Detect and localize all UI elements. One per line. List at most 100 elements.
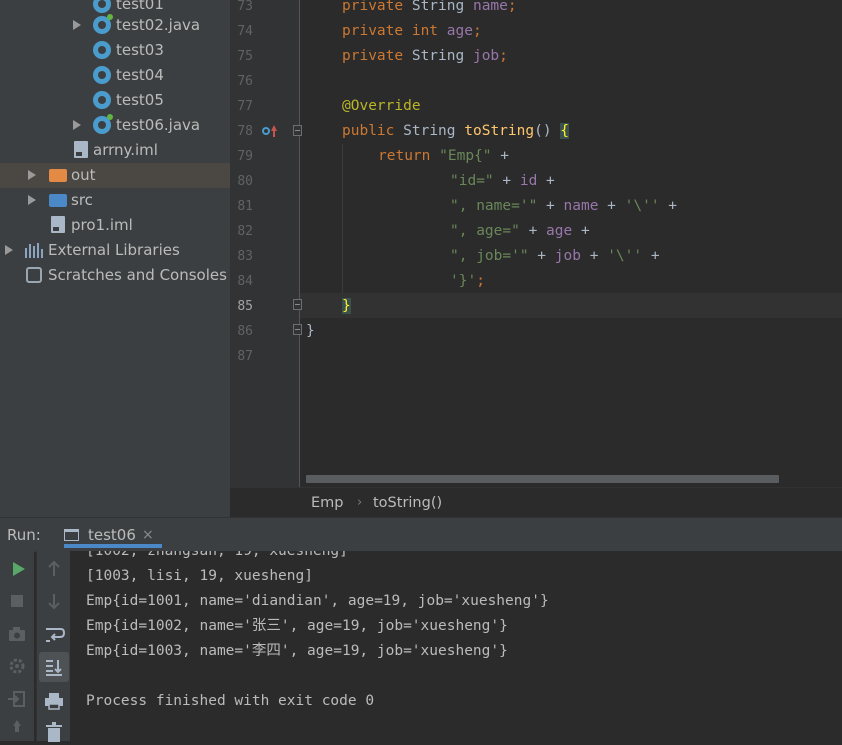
tree-item-pro1-iml[interactable]: pro1.iml (0, 213, 230, 238)
console-output[interactable]: [1002, zhangsan, 19, xuesheng] [1003, li… (70, 551, 842, 741)
arrow-down-icon[interactable] (41, 588, 67, 614)
line-number: 83 (237, 249, 253, 264)
run-panel-title: Run: (7, 526, 41, 544)
code-token: ", name='" (450, 198, 538, 214)
breadcrumb-item-method[interactable]: toString() (373, 488, 442, 518)
expand-arrow-icon[interactable] (3, 238, 15, 263)
gutter-separator (299, 0, 300, 487)
tree-item-test06[interactable]: test06.java (0, 113, 230, 138)
tree-item-test05[interactable]: test05 (0, 88, 230, 113)
code-token: + (493, 173, 520, 189)
code-token: + (537, 198, 564, 214)
code-token: job (554, 248, 581, 264)
code-line-74[interactable]: private int age; (342, 19, 482, 44)
code-line-86[interactable]: } (306, 319, 315, 344)
code-line-81[interactable]: ", name='" + name + '\'' + (450, 194, 677, 219)
code-token: public (342, 123, 395, 139)
override-method-icon[interactable] (262, 124, 277, 138)
code-token: @Override (342, 98, 421, 114)
code-token: + (537, 173, 555, 189)
tree-item-label: test05 (116, 91, 164, 109)
console-line: Emp{id=1003, name='李四', age=19, job='xue… (86, 643, 508, 659)
fold-marker-icon[interactable] (293, 125, 302, 136)
settings-icon[interactable] (4, 653, 30, 679)
console-line: Emp{id=1002, name='张三', age=19, job='xue… (86, 618, 508, 634)
code-token: int (411, 23, 439, 39)
line-number: 79 (237, 149, 253, 164)
expand-arrow-icon[interactable] (26, 188, 38, 213)
fold-marker-icon[interactable] (293, 299, 302, 310)
code-token: } (306, 323, 315, 339)
run-toolbar-right (36, 551, 71, 742)
code-token: age (546, 223, 573, 239)
libraries-icon (25, 243, 43, 258)
line-number: 82 (237, 224, 253, 239)
tree-item-label: Scratches and Consoles (48, 266, 227, 284)
code-token: } (342, 298, 351, 314)
tree-item-test03[interactable]: test03 (0, 38, 230, 63)
tree-item-out[interactable]: out (0, 163, 230, 188)
breadcrumb-separator: › (357, 495, 363, 510)
line-number: 75 (237, 49, 253, 64)
stop-icon[interactable] (4, 588, 30, 614)
console-line: Emp{id=1001, name='diandian', age=19, jo… (86, 593, 549, 609)
tree-item-test04[interactable]: test04 (0, 63, 230, 88)
tree-item-arrny-iml[interactable]: arrny.iml (0, 138, 230, 163)
java-class-icon (93, 0, 111, 13)
folder-icon (49, 194, 67, 207)
tree-item-scratches[interactable]: Scratches and Consoles (0, 263, 230, 288)
scratches-icon (26, 267, 42, 283)
code-token: + (519, 223, 547, 239)
login-icon[interactable] (4, 686, 30, 712)
project-tree: test01 test02.java test03 test04 test05 … (0, 0, 230, 517)
camera-icon[interactable] (4, 621, 30, 647)
expand-arrow-icon[interactable] (26, 163, 38, 188)
tree-item-external-libraries[interactable]: External Libraries (0, 238, 230, 263)
code-token: ", job='" (450, 248, 529, 264)
code-line-82[interactable]: ", age=" + age + (450, 219, 590, 244)
code-token: ; (499, 48, 508, 64)
line-number: 78 (237, 124, 253, 139)
code-line-79[interactable]: return "Emp{" + (378, 144, 509, 169)
java-class-icon (93, 66, 111, 84)
line-number: 76 (237, 74, 253, 89)
code-line-78[interactable]: public String toString() { (342, 119, 570, 144)
console-line: Process finished with exit code 0 (86, 693, 375, 709)
code-line-85[interactable]: } (342, 294, 351, 319)
line-number: 77 (237, 99, 253, 114)
code-line-77[interactable]: @Override (342, 94, 421, 119)
rerun-icon[interactable] (5, 556, 31, 582)
expand-arrow-icon[interactable] (71, 113, 83, 138)
line-number: 81 (237, 199, 253, 214)
code-line-84[interactable]: '}'; (450, 269, 485, 294)
print-icon[interactable] (41, 688, 67, 714)
active-tab-indicator (64, 544, 162, 548)
code-token: ; (507, 0, 517, 14)
expand-arrow-icon[interactable] (71, 13, 83, 38)
java-class-icon (93, 91, 111, 109)
tree-item-test02[interactable]: test02.java (0, 13, 230, 38)
scroll-to-end-icon[interactable] (41, 654, 67, 680)
code-line-73[interactable]: private String name; (342, 0, 517, 19)
code-token: ", age=" (450, 223, 520, 239)
code-token: ; (476, 273, 485, 289)
tree-item-src[interactable]: src (0, 188, 230, 213)
trash-icon[interactable] (41, 719, 67, 745)
fold-marker-icon[interactable] (293, 324, 302, 335)
horizontal-scrollbar-thumb[interactable] (306, 475, 779, 483)
code-line-83[interactable]: ", job='" + job + '\'' + (450, 244, 660, 269)
code-line-75[interactable]: private String job; (342, 44, 508, 69)
code-token: ; (472, 23, 482, 39)
code-token: name (563, 198, 599, 214)
pin-icon[interactable] (4, 716, 30, 742)
code-token: age (446, 23, 473, 39)
code-token: + (572, 223, 590, 239)
code-line-80[interactable]: "id=" + id + (450, 169, 555, 194)
line-number-current: 85 (237, 299, 253, 314)
arrow-up-icon[interactable] (41, 556, 67, 582)
soft-wrap-icon[interactable] (41, 621, 67, 647)
code-token: return (378, 148, 431, 164)
breadcrumb-item-class[interactable]: Emp (311, 488, 344, 518)
tree-item-label: arrny.iml (93, 141, 158, 159)
code-token: + (528, 248, 555, 264)
